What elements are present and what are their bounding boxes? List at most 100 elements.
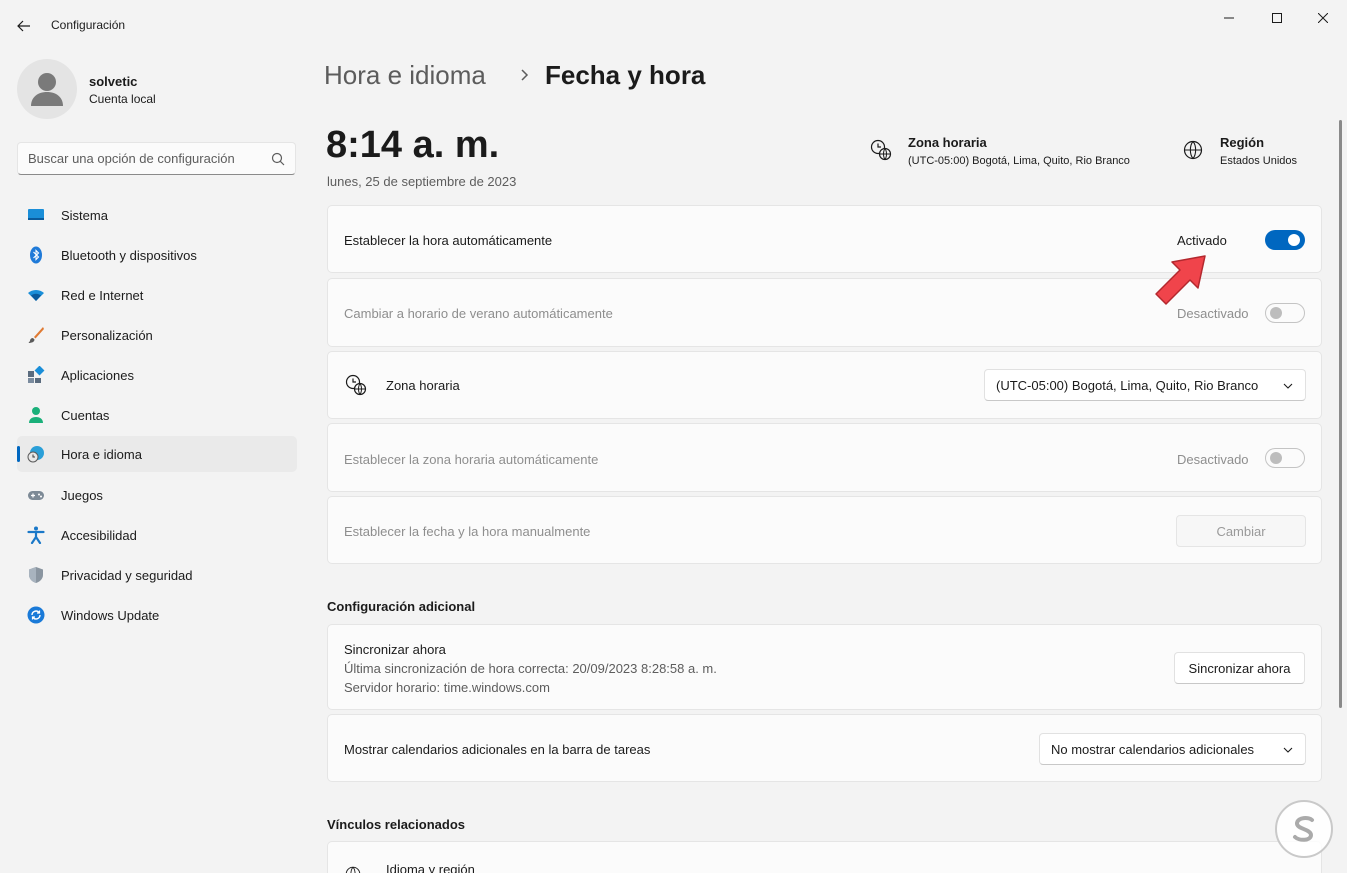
auto-time-state: Activado (1177, 233, 1227, 248)
auto-timezone-card: Establecer la zona horaria automáticamen… (327, 423, 1322, 492)
calendars-dropdown[interactable]: No mostrar calendarios adicionales (1039, 733, 1306, 765)
timezone-card: Zona horaria (UTC-05:00) Bogotá, Lima, Q… (327, 351, 1322, 419)
chevron-down-icon (1283, 383, 1293, 389)
user-name: solvetic (89, 74, 138, 89)
auto-time-label: Establecer la hora automáticamente (344, 233, 553, 248)
sync-now-button[interactable]: Sincronizar ahora (1174, 652, 1305, 684)
sidebar-item-label: Aplicaciones (61, 368, 134, 383)
maximize-icon (1272, 13, 1282, 23)
toggle-knob (1270, 452, 1282, 464)
annotation-arrow-icon (1155, 255, 1206, 305)
timezone-label: Zona horaria (386, 378, 460, 393)
additional-settings-title: Configuración adicional (327, 599, 476, 614)
timezone-icon (870, 139, 892, 161)
watermark-s-icon (1293, 816, 1314, 842)
close-button[interactable] (1300, 4, 1346, 32)
sidebar-item-label: Personalización (61, 328, 153, 343)
sync-server: Servidor horario: time.windows.com (344, 680, 550, 695)
globe-clock-icon (27, 446, 44, 463)
breadcrumb-parent[interactable]: Hora e idioma (324, 60, 486, 91)
page-title: Fecha y hora (545, 60, 706, 90)
sidebar-item-label: Privacidad y seguridad (61, 568, 193, 583)
timezone-dropdown[interactable]: (UTC-05:00) Bogotá, Lima, Quito, Rio Bra… (984, 369, 1306, 401)
search-icon (271, 152, 285, 166)
dst-label: Cambiar a horario de verano automáticame… (344, 306, 613, 321)
sync-last: Última sincronización de hora correcta: … (344, 661, 717, 676)
chevron-down-icon (1283, 747, 1293, 753)
sidebar-item-windows-update[interactable]: Windows Update (17, 597, 297, 633)
sidebar-item-label: Windows Update (61, 608, 160, 623)
region-title: Región (1220, 135, 1265, 150)
sidebar-item-bluetooth[interactable]: Bluetooth y dispositivos (17, 237, 297, 273)
search-placeholder: Buscar una opción de configuración (28, 151, 235, 166)
sidebar-item-label: Cuentas (61, 408, 110, 423)
minimize-button[interactable] (1206, 4, 1252, 32)
close-icon (1318, 13, 1328, 23)
auto-timezone-state: Desactivado (1177, 452, 1249, 467)
sidebar-item-label: Sistema (61, 208, 108, 223)
apps-icon (28, 366, 45, 383)
account-type: Cuenta local (89, 92, 156, 106)
title-bar: Configuración (0, 0, 1347, 50)
maximize-button[interactable] (1254, 4, 1300, 32)
timezone-dropdown-value: (UTC-05:00) Bogotá, Lima, Quito, Rio Bra… (996, 378, 1259, 393)
calendars-dropdown-value: No mostrar calendarios adicionales (1051, 742, 1255, 757)
region-value: Estados Unidos (1220, 155, 1298, 167)
monitor-icon (28, 209, 44, 220)
related-link-label: Idioma y región (386, 862, 475, 873)
timezone-icon (345, 374, 367, 396)
avatar[interactable] (17, 59, 77, 119)
search-input[interactable]: Buscar una opción de configuración (17, 142, 296, 175)
calendars-label: Mostrar calendarios adicionales en la ba… (344, 742, 651, 757)
sidebar-item-juegos[interactable]: Juegos (17, 477, 297, 513)
toggle-knob (1270, 307, 1282, 319)
active-indicator (17, 446, 20, 462)
gamepad-icon (28, 491, 44, 500)
chevron-right-icon (521, 69, 529, 81)
timezone-value: (UTC-05:00) Bogotá, Lima, Quito, Rio Bra… (908, 155, 1130, 167)
sidebar-item-accesibilidad[interactable]: Accesibilidad (17, 517, 297, 553)
app-title: Configuración (51, 18, 126, 32)
person-icon (29, 407, 43, 423)
sidebar-item-red[interactable]: Red e Internet (17, 277, 297, 313)
sidebar-item-aplicaciones[interactable]: Aplicaciones (17, 357, 297, 393)
update-icon (27, 606, 45, 624)
wifi-icon (28, 289, 44, 301)
timezone-title: Zona horaria (908, 135, 987, 150)
brush-icon (28, 327, 44, 343)
back-button[interactable] (10, 12, 38, 40)
sidebar-item-label: Accesibilidad (61, 528, 137, 543)
watermark-logo (1275, 800, 1333, 858)
auto-timezone-label: Establecer la zona horaria automáticamen… (344, 452, 599, 467)
auto-timezone-toggle[interactable] (1265, 448, 1305, 468)
sync-title: Sincronizar ahora (344, 642, 446, 657)
globe-icon (1183, 140, 1203, 160)
current-date: lunes, 25 de septiembre de 2023 (327, 174, 517, 189)
manual-time-card: Establecer la fecha y la hora manualment… (327, 496, 1322, 564)
current-time: 8:14 a. m. (326, 124, 500, 166)
sidebar-item-label: Bluetooth y dispositivos (61, 248, 197, 263)
back-arrow-icon (17, 20, 30, 32)
shield-icon (29, 567, 43, 583)
user-silhouette-icon (31, 73, 63, 106)
dst-toggle[interactable] (1265, 303, 1305, 323)
globe-icon (345, 866, 361, 873)
sidebar-item-personalizacion[interactable]: Personalización (17, 317, 297, 353)
sidebar-item-label: Red e Internet (61, 288, 144, 303)
sync-card: Sincronizar ahora Última sincronización … (327, 624, 1322, 710)
sidebar-item-hora-idioma[interactable]: Hora e idioma (17, 436, 297, 472)
sidebar-item-label: Hora e idioma (61, 447, 142, 462)
sidebar-item-privacidad[interactable]: Privacidad y seguridad (17, 557, 297, 593)
related-links-title: Vínculos relacionados (327, 817, 465, 832)
scrollbar[interactable] (1339, 120, 1342, 708)
auto-time-toggle[interactable] (1265, 230, 1305, 250)
change-button[interactable]: Cambiar (1176, 515, 1306, 547)
related-link-card[interactable]: Idioma y región (327, 841, 1322, 873)
toggle-knob (1288, 234, 1300, 246)
sidebar-item-sistema[interactable]: Sistema (17, 197, 297, 233)
bluetooth-icon (30, 246, 42, 264)
manual-time-label: Establecer la fecha y la hora manualment… (344, 524, 591, 539)
sidebar-item-cuentas[interactable]: Cuentas (17, 397, 297, 433)
minimize-icon (1224, 17, 1234, 19)
sidebar-item-label: Juegos (61, 488, 103, 503)
